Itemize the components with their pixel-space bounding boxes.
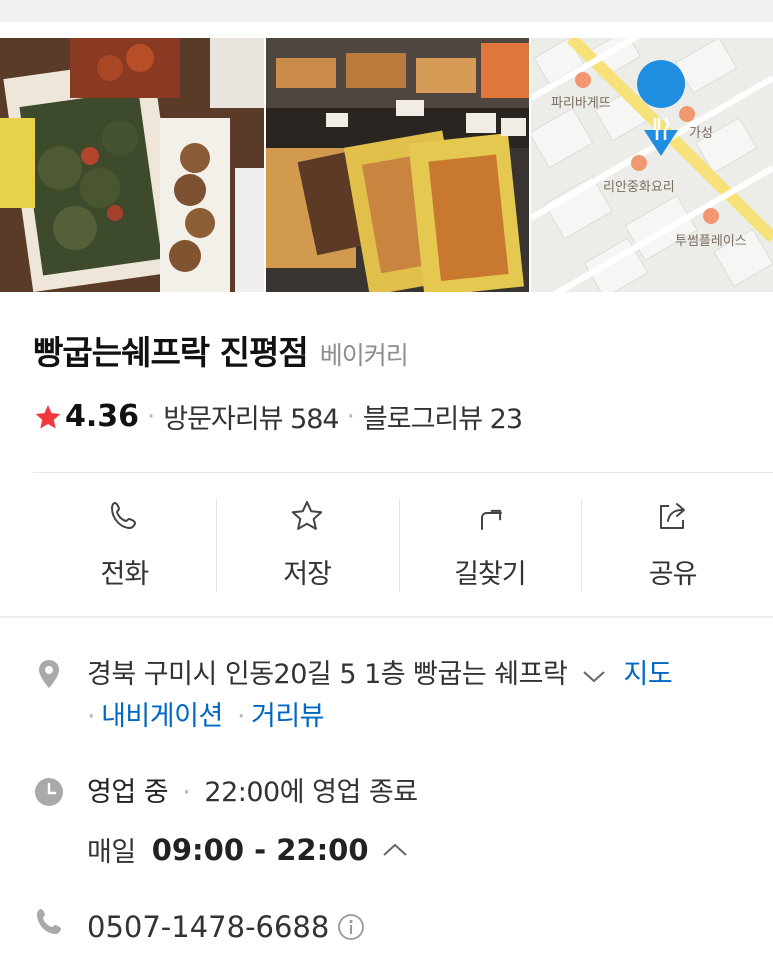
info-icon[interactable] [337, 913, 365, 941]
directions-button-label: 길찾기 [454, 559, 527, 590]
phone-number[interactable]: 0507-1478-6688 [87, 906, 329, 948]
share-button-label: 공유 [648, 559, 698, 590]
photo-gallery: 파리바게뜨 가성 리안중화요리 투썸플레이스 [0, 38, 773, 292]
save-button-label: 저장 [283, 559, 332, 590]
hours-detail[interactable]: 매일 09:00 - 22:00 [87, 830, 409, 869]
hours-range: 09:00 - 22:00 [151, 832, 369, 867]
rating-row: 4.36 · 방문자리뷰 584 · 블로그리뷰 23 [33, 397, 523, 436]
chevron-down-icon[interactable] [581, 667, 607, 685]
share-button[interactable]: 공유 [581, 496, 764, 592]
visitor-reviews-link[interactable]: 방문자리뷰 584 [163, 397, 339, 436]
separator-dot: · [236, 701, 246, 732]
separator-dot: · [87, 701, 96, 732]
place-category: 베이커리 [319, 341, 409, 370]
directions-button[interactable]: 길찾기 [398, 496, 582, 592]
place-header: 빵굽는쉐프락 진평점 베이커리 [33, 326, 409, 374]
save-button[interactable]: 저장 [215, 496, 399, 592]
photo-bakery-display[interactable] [266, 38, 529, 292]
blog-reviews-link[interactable]: 블로그리뷰 23 [363, 397, 523, 436]
hours-days: 매일 [87, 837, 136, 868]
address-row: 경북 구미시 인동20길 5 1층 빵굽는 쉐프락 지도 · 내비게이션 · 거리뷰 [33, 654, 747, 738]
map-label: 가성 [689, 126, 713, 141]
map-link[interactable]: 지도 [624, 659, 673, 690]
map-label: 파리바게뜨 [551, 96, 611, 111]
business-status: 영업 중 [87, 777, 169, 808]
section-divider [0, 616, 773, 618]
street-view-link[interactable]: 거리뷰 [251, 701, 325, 732]
clock-icon [35, 778, 63, 806]
address-text: 경북 구미시 인동20길 5 1층 빵굽는 쉐프락 [87, 659, 568, 690]
chevron-up-icon[interactable] [381, 841, 409, 859]
share-icon [659, 503, 685, 529]
action-bar: 전화 저장 길찾기 공유 [33, 496, 764, 592]
map-label: 리안중화요리 [603, 180, 675, 195]
closing-time: 22:00에 영업 종료 [204, 777, 418, 808]
photo-food-box[interactable] [0, 38, 264, 292]
place-name: 빵굽는쉐프락 진평점 [33, 333, 309, 372]
star-icon [35, 404, 61, 428]
phone-icon [37, 909, 61, 934]
map-label: 투썸플레이스 [675, 234, 747, 249]
separator-dot: · [346, 401, 355, 432]
navigation-link[interactable]: 내비게이션 [101, 701, 223, 732]
top-strip [0, 0, 773, 22]
rating-value: 4.36 [65, 399, 140, 434]
call-button-label: 전화 [100, 559, 150, 590]
separator-dot: · [182, 777, 191, 808]
directions-icon [480, 509, 502, 530]
phone-row: 0507-1478-6688 [33, 906, 365, 948]
hours-row: 영업 중 · 22:00에 영업 종료 [33, 772, 418, 814]
star-outline-icon [291, 501, 323, 530]
photo-location-map[interactable]: 파리바게뜨 가성 리안중화요리 투썸플레이스 [531, 38, 773, 292]
divider [33, 472, 773, 473]
phone-icon [111, 502, 137, 529]
location-pin-icon [39, 660, 59, 688]
separator-dot: · [147, 401, 156, 432]
call-button[interactable]: 전화 [33, 496, 216, 592]
